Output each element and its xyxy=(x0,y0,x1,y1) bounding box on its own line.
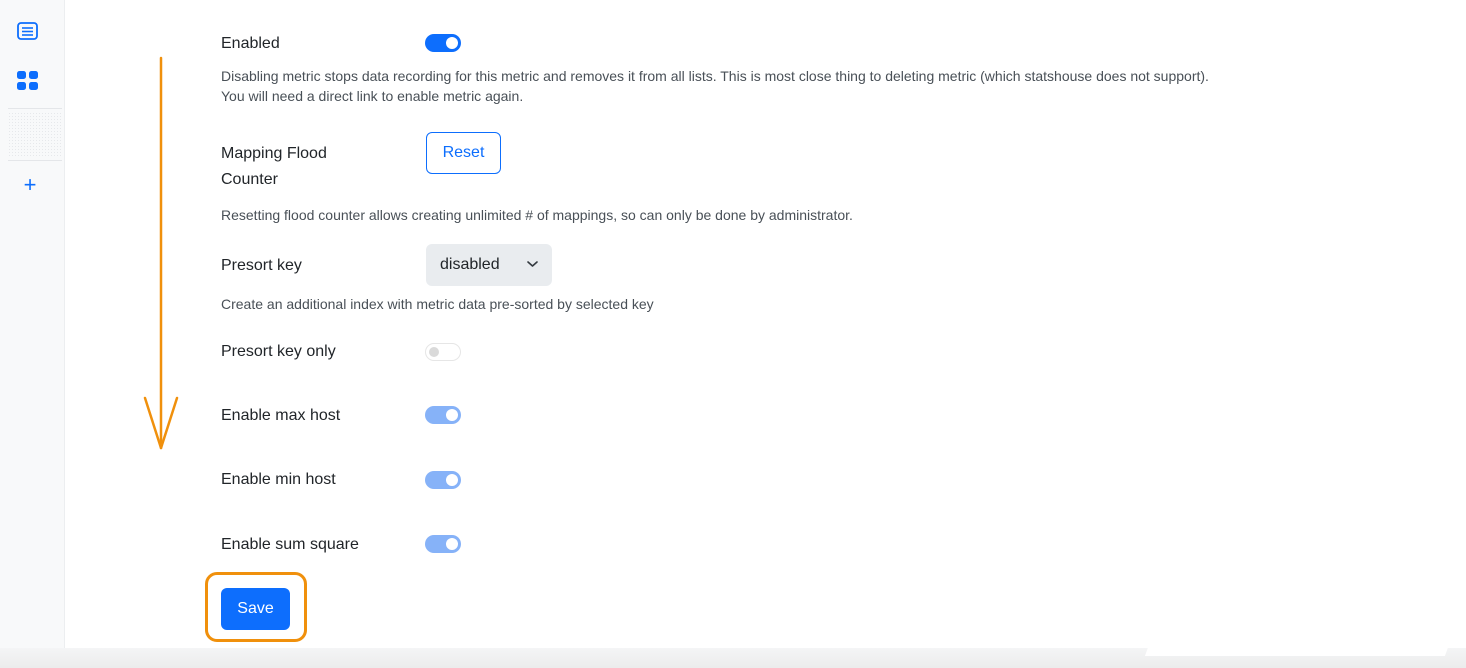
sidebar: + xyxy=(0,0,65,652)
bottom-edge-highlight xyxy=(1144,628,1456,656)
chevron-down-icon xyxy=(527,261,538,267)
reset-button[interactable]: Reset xyxy=(426,132,501,174)
presort-key-only-toggle[interactable] xyxy=(425,343,461,361)
enable-max-host-toggle[interactable] xyxy=(425,406,461,424)
enabled-label: Enabled xyxy=(221,35,280,52)
mapping-flood-counter-label: Mapping Flood xyxy=(221,145,327,162)
enable-max-host-label: Enable max host xyxy=(221,407,341,424)
presort-key-only-label: Presort key only xyxy=(221,343,336,360)
enabled-toggle[interactable] xyxy=(425,34,461,52)
presort-key-description: Create an additional index with metric d… xyxy=(221,296,654,312)
save-highlight-annotation xyxy=(205,572,307,642)
sidebar-placeholder xyxy=(8,112,62,158)
enable-min-host-toggle[interactable] xyxy=(425,471,461,489)
dashboard-grid-icon[interactable] xyxy=(15,68,41,94)
mapping-flood-counter-label-2: Counter xyxy=(221,171,278,188)
plus-icon[interactable]: + xyxy=(20,174,40,196)
enabled-description: Disabling metric stops data recording fo… xyxy=(221,68,1209,84)
list-icon[interactable] xyxy=(15,19,41,45)
enable-sum-square-label: Enable sum square xyxy=(221,536,359,553)
presort-key-label: Presort key xyxy=(221,257,302,274)
sidebar-divider xyxy=(8,160,62,161)
presort-key-select[interactable]: disabled xyxy=(426,244,552,286)
enable-sum-square-toggle[interactable] xyxy=(425,535,461,553)
scroll-down-arrow-annotation xyxy=(143,56,179,450)
sidebar-divider xyxy=(8,108,62,109)
enable-min-host-label: Enable min host xyxy=(221,471,336,488)
mapping-flood-counter-description: Resetting flood counter allows creating … xyxy=(221,207,853,223)
enabled-description-2: You will need a direct link to enable me… xyxy=(221,88,524,104)
presort-key-value: disabled xyxy=(440,256,500,273)
